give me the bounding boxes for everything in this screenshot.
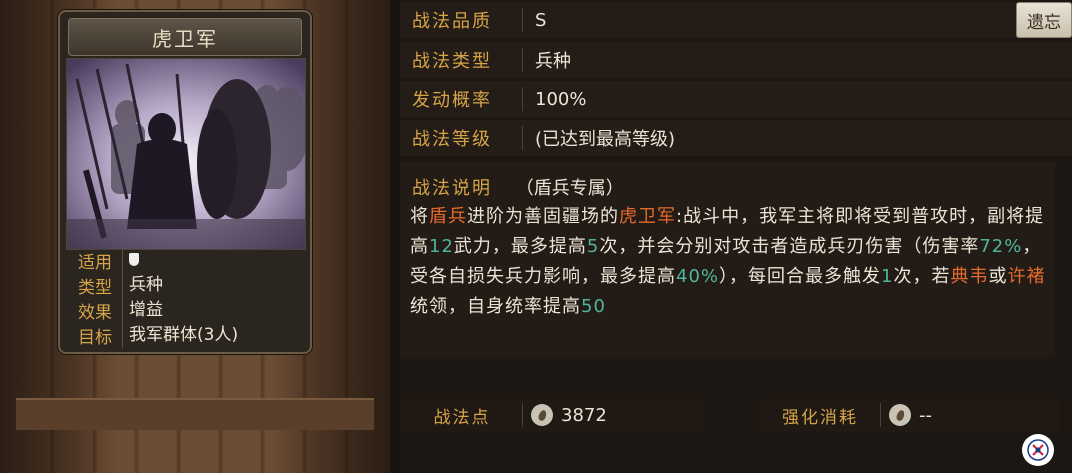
attr-value: (已达到最高等级) [535,129,676,150]
highlight-term: 盾兵 [429,206,467,227]
description-label: 战法说明 [412,178,492,199]
info-key: 效果 [78,303,112,323]
description-segment: 进阶为善固疆场的 [467,206,619,227]
divider [522,87,523,111]
divider [522,48,523,72]
tactic-points-label: 战法点 [433,407,491,428]
attr-row-type: 战法类型 兵种 [400,42,1072,78]
attr-row-probability: 发动概率 100% [400,81,1072,117]
shield-icon [129,253,139,266]
attr-key: 战法等级 [412,129,492,150]
highlight-term: 虎卫军 [619,206,676,227]
info-key: 目标 [78,328,112,348]
card-title-bar: 虎卫军 [68,18,302,56]
divider [880,403,881,427]
upgrade-cost-label: 强化消耗 [782,407,858,428]
highlight-term: 5 [586,236,600,257]
attr-value: 兵种 [535,51,571,72]
card-title: 虎卫军 [152,26,218,51]
divider [522,126,523,150]
tactic-point-icon [531,404,553,426]
highlight-term: 许褚 [1007,266,1046,287]
tactic-points-value: 3872 [561,404,607,426]
description-segment: 或 [988,266,1008,287]
info-row-target: 目标 我军群体(3人) [68,323,302,348]
description-tag: （盾兵专属） [515,178,624,199]
description-text: 将盾兵进阶为善固疆场的虎卫军:战斗中，我军主将即将受到普攻时，副将提高12武力，… [410,202,1050,322]
info-value: 增益 [122,298,302,323]
tactic-description-box[interactable]: 战法说明 （盾兵专属） 将盾兵进阶为善固疆场的虎卫军:战斗中，我军主将即将受到普… [400,162,1055,357]
card-artwork [66,58,306,250]
highlight-term: 1 [881,266,894,287]
tactic-points-row: 战法点 3872 [402,398,702,432]
description-segment: 次，并会分别对攻击者造成兵刃伤害（伤害率 [599,236,980,257]
info-value [122,248,302,273]
attr-key: 战法品质 [412,11,492,32]
info-row-type: 类型 兵种 [68,273,302,298]
info-key: 适用 [78,253,112,273]
attr-row-quality: 战法品质 S [400,2,1072,38]
info-value: 我军群体(3人) [122,323,302,348]
highlight-term: 72% [979,236,1023,257]
description-segment: 统领，自身统率提高 [410,296,581,317]
upgrade-cost-value: -- [919,404,932,426]
attr-value: S [535,9,547,31]
divider [522,403,523,427]
attr-value: 100% [535,88,587,110]
highlight-term: 50 [581,296,606,317]
tactic-card: 虎卫军 适用 类型 兵种 效果 增益 目标 我军群体(3人) [58,10,312,354]
attr-key: 发动概率 [412,90,492,111]
description-segment: 次，若 [893,266,951,287]
app-logo-icon [1022,434,1054,466]
divider [522,8,523,32]
attr-row-level: 战法等级 (已达到最高等级) [400,120,1072,156]
description-segment: 武力，最多提高 [453,236,587,257]
info-key: 类型 [78,278,112,298]
soldiers-silhouette-image [67,59,305,249]
card-stand-base [16,398,374,430]
highlight-term: 典韦 [950,266,989,287]
tactic-point-icon [889,404,911,426]
highlight-term: 12 [429,236,454,257]
highlight-term: 40% [676,266,720,287]
forget-tactic-button[interactable]: 遗忘 [1016,2,1072,38]
description-segment: ），每回合最多触发 [719,266,882,287]
info-row-apply: 适用 [68,248,302,273]
description-segment: 将 [410,206,429,227]
upgrade-cost-row: 强化消耗 -- [760,398,1060,432]
card-info-list: 适用 类型 兵种 效果 增益 目标 我军群体(3人) [68,248,302,348]
info-row-effect: 效果 增益 [68,298,302,323]
attr-key: 战法类型 [412,51,492,72]
info-value: 兵种 [122,273,302,298]
description-header: 战法说明 （盾兵专属） [412,174,624,200]
